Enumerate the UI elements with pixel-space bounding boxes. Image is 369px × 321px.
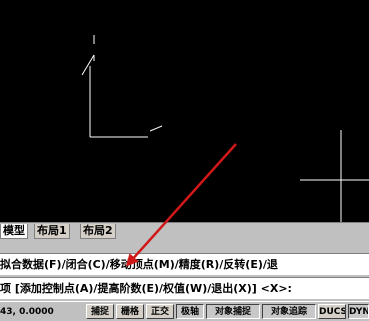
grid-button[interactable]: 栅格 bbox=[116, 304, 144, 319]
tab-layout1[interactable]: 布局1 bbox=[34, 224, 70, 239]
osnap-button[interactable]: 对象捕捉 bbox=[206, 304, 260, 319]
snap-button[interactable]: 捕捉 bbox=[86, 304, 114, 319]
layout-tab-bar: 模型 布局1 布局2 bbox=[0, 222, 369, 239]
ducs-button[interactable]: DUCS bbox=[318, 304, 346, 319]
drawing-canvas[interactable] bbox=[0, 0, 369, 222]
tab-layout2[interactable]: 布局2 bbox=[80, 224, 116, 239]
dyn-button[interactable]: DYN bbox=[348, 304, 369, 319]
drawing-line bbox=[81, 54, 95, 76]
command-prompt-line[interactable]: 项 [添加控制点(A)/提高阶数(E)/权值(W)/退出(X)] <X>: bbox=[0, 277, 369, 299]
polar-button[interactable]: 极轴 bbox=[176, 304, 204, 319]
command-window: 拟合数据(F)/闭合(C)/移动顶点(M)/精度(R)/反转(E)/退 项 [添… bbox=[0, 239, 369, 301]
drawing-area[interactable] bbox=[0, 0, 369, 222]
tab-model[interactable]: 模型 bbox=[0, 224, 28, 239]
status-bar: 43, 0.0000 捕捉 栅格 正交 极轴 对象捕捉 对象追踪 DUCS DY… bbox=[0, 301, 369, 321]
coordinate-readout: 43, 0.0000 bbox=[0, 307, 54, 317]
otrack-button[interactable]: 对象追踪 bbox=[262, 304, 316, 319]
drawing-line bbox=[149, 125, 163, 132]
ortho-button[interactable]: 正交 bbox=[146, 304, 174, 319]
command-history-line: 拟合数据(F)/闭合(C)/移动顶点(M)/精度(R)/反转(E)/退 bbox=[0, 253, 369, 275]
